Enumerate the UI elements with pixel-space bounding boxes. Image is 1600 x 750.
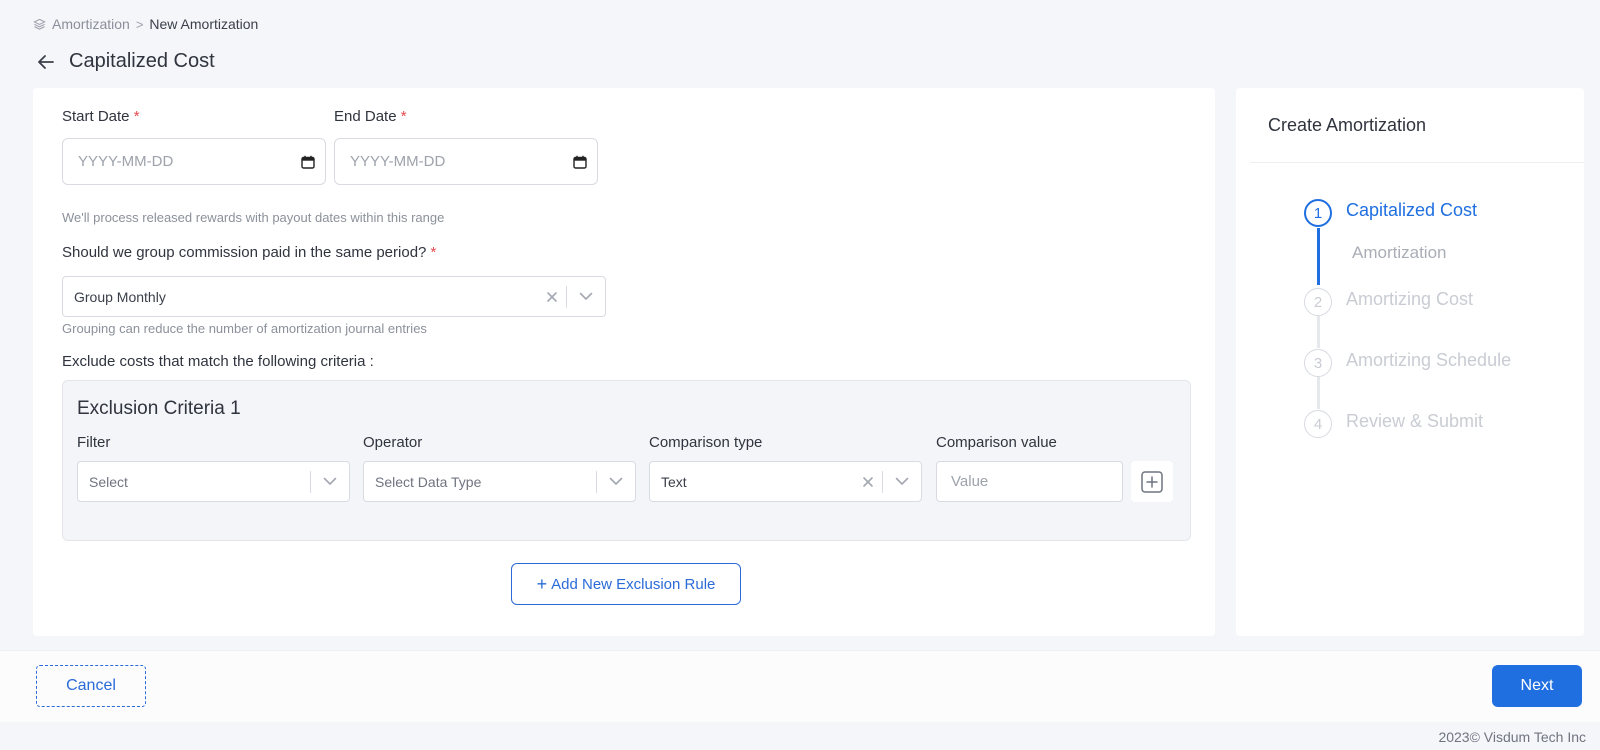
operator-label: Operator — [363, 434, 423, 451]
breadcrumb-root-link[interactable]: Amortization — [52, 16, 130, 32]
comparison-type-select[interactable]: Text — [649, 461, 922, 502]
date-range-hint: We'll process released rewards with payo… — [62, 210, 445, 225]
exclude-costs-label: Exclude costs that match the following c… — [62, 353, 374, 370]
plus-icon: + — [536, 574, 548, 594]
clear-icon[interactable] — [854, 476, 882, 488]
step-4-label[interactable]: Review & Submit — [1346, 411, 1483, 432]
end-date-label: End Date * — [334, 108, 407, 125]
step-connector — [1317, 377, 1320, 409]
required-mark: * — [400, 108, 407, 125]
footer-action-bar: Cancel Next — [0, 650, 1600, 722]
breadcrumb-separator: > — [135, 16, 144, 32]
plus-square-icon — [1141, 470, 1163, 493]
add-criteria-button[interactable] — [1131, 461, 1173, 502]
chevron-down-icon[interactable] — [311, 477, 349, 486]
breadcrumb: Amortization > New Amortization — [33, 16, 258, 32]
exclusion-criteria-panel: Exclusion Criteria 1 Filter Operator Com… — [62, 380, 1191, 541]
form-card: Start Date * End Date * YYYY-MM-DD YYYY-… — [33, 88, 1215, 636]
step-connector-active — [1317, 228, 1320, 285]
calendar-icon[interactable] — [301, 155, 315, 169]
page-title: Capitalized Cost — [69, 50, 215, 72]
group-question-text: Should we group commission paid in the s… — [62, 244, 427, 261]
step-3-indicator: 3 — [1304, 349, 1332, 377]
operator-select[interactable]: Select Data Type — [363, 461, 636, 502]
step-2-label[interactable]: Amortizing Cost — [1346, 289, 1473, 310]
next-button[interactable]: Next — [1492, 665, 1582, 707]
comparison-value-label: Comparison value — [936, 434, 1057, 451]
filter-select-value: Select — [89, 473, 128, 490]
clear-icon[interactable] — [538, 291, 566, 303]
comparison-value-placeholder: Value — [951, 473, 989, 490]
end-date-label-text: End Date — [334, 108, 397, 125]
step-1-label[interactable]: Capitalized Cost — [1346, 200, 1477, 221]
chevron-down-icon[interactable] — [597, 477, 635, 486]
stepper-title: Create Amortization — [1268, 115, 1427, 135]
start-date-input[interactable]: YYYY-MM-DD — [62, 138, 326, 185]
group-period-value: Group Monthly — [74, 288, 166, 305]
grouping-hint: Grouping can reduce the number of amorti… — [62, 321, 427, 336]
step-connector — [1317, 316, 1320, 348]
comparison-value-input[interactable]: Value — [936, 461, 1123, 502]
group-period-select[interactable]: Group Monthly — [62, 276, 606, 317]
chevron-down-icon[interactable] — [567, 292, 605, 301]
calendar-icon[interactable] — [573, 155, 587, 169]
comparison-type-label: Comparison type — [649, 434, 763, 451]
step-3-label[interactable]: Amortizing Schedule — [1346, 350, 1511, 371]
step-2-indicator: 2 — [1304, 288, 1332, 316]
chevron-down-icon[interactable] — [883, 477, 921, 486]
end-date-placeholder: YYYY-MM-DD — [350, 153, 446, 170]
start-date-placeholder: YYYY-MM-DD — [78, 153, 174, 170]
layers-icon — [33, 18, 46, 30]
step-1-indicator: 1 — [1304, 199, 1332, 227]
required-mark: * — [133, 108, 140, 125]
filter-label: Filter — [77, 434, 111, 451]
step-4-indicator: 4 — [1304, 410, 1332, 438]
page-header: Capitalized Cost — [35, 50, 215, 73]
operator-select-value: Select Data Type — [375, 473, 482, 490]
group-question-label: Should we group commission paid in the s… — [62, 244, 436, 261]
back-arrow-icon[interactable] — [35, 51, 57, 73]
divider — [1250, 162, 1584, 163]
copyright-text: 2023© Visdum Tech Inc — [1438, 729, 1586, 745]
start-date-label-text: Start Date — [62, 108, 130, 125]
required-mark: * — [430, 244, 437, 261]
add-exclusion-rule-label: Add New Exclusion Rule — [551, 575, 716, 593]
stepper-panel: Create Amortization 1 Capitalized Cost A… — [1236, 88, 1584, 636]
cancel-button[interactable]: Cancel — [36, 665, 146, 707]
comparison-type-value: Text — [661, 473, 687, 490]
criteria-title: Exclusion Criteria 1 — [77, 398, 241, 419]
step-1-substep: Amortization — [1352, 243, 1447, 262]
breadcrumb-current: New Amortization — [149, 16, 259, 32]
add-exclusion-rule-button[interactable]: + Add New Exclusion Rule — [511, 563, 741, 605]
start-date-label: Start Date * — [62, 108, 140, 125]
end-date-input[interactable]: YYYY-MM-DD — [334, 138, 598, 185]
filter-select[interactable]: Select — [77, 461, 350, 502]
